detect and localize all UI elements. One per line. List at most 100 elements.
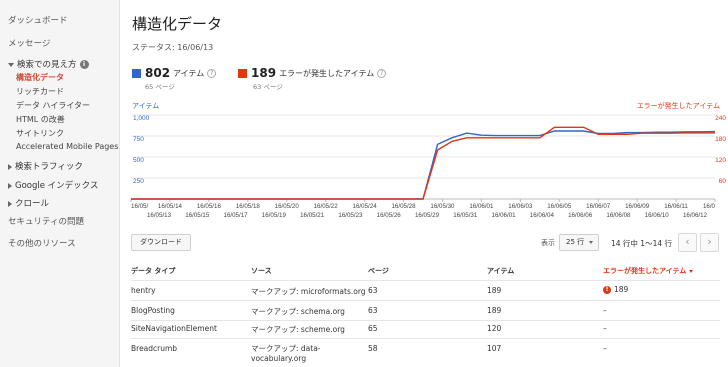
cell-data-type[interactable]: hentry	[131, 286, 156, 295]
x-tick-label: 16/0	[703, 203, 716, 210]
sidebar-item-google-index[interactable]: Google インデックス	[8, 179, 98, 191]
col-header-data-type[interactable]: データ タイプ	[131, 266, 175, 276]
status-date: ステータス: 16/06/13	[132, 43, 214, 52]
left-axis-label: アイテム	[132, 102, 160, 110]
sidebar-item-label: クロール	[15, 199, 50, 209]
cell-pages: 58	[368, 344, 378, 353]
errors-count: 189	[251, 66, 277, 80]
cell-source: マークアップ: data-vocabulary.org	[251, 344, 321, 363]
sidebar-item-label: 検索トラフィック	[15, 162, 83, 172]
x-tick-label: 16/06/12	[683, 212, 708, 219]
left-tick-label: 1,000	[133, 115, 150, 122]
sidebar-item-other-resources[interactable]: その他のリソース	[8, 237, 76, 249]
x-tick-label: 16/06/05	[547, 203, 572, 210]
help-icon[interactable]: ?	[377, 68, 387, 78]
sidebar-item-html-improvements[interactable]: HTML の改善	[16, 114, 65, 125]
sidebar-item-data-highlighter[interactable]: データ ハイライター	[16, 100, 90, 111]
x-tick-label: 16/05/24	[353, 203, 378, 210]
sidebar-item-amp[interactable]: Accelerated Mobile Pages	[16, 142, 118, 151]
table-divider	[131, 280, 720, 281]
left-tick-label: 500	[133, 157, 144, 164]
left-tick-label: 750	[133, 136, 144, 143]
cell-items: 120	[487, 324, 502, 333]
right-axis-label: エラーが発生したアイテム	[636, 102, 720, 110]
sidebar-item-rich-cards[interactable]: リッチカード	[16, 86, 64, 97]
x-tick-label: 16/05/26	[377, 212, 402, 219]
left-tick-label: 250	[133, 178, 144, 185]
x-tick-label: 16/05/20	[275, 203, 300, 210]
right-tick-label: 180	[715, 136, 726, 143]
collapsed-triangle-icon	[8, 182, 12, 189]
cell-source: マークアップ: microformats.org	[251, 287, 366, 296]
errors-pages: 63 ページ	[253, 83, 283, 91]
x-tick-label: 16/05/18	[236, 203, 261, 210]
cell-source: マークアップ: schema.org	[251, 307, 345, 316]
next-page-button[interactable]: ›	[700, 233, 719, 252]
cell-errors: –	[603, 344, 607, 353]
dropdown-caret-icon	[589, 241, 593, 244]
cell-errors: –	[603, 306, 607, 315]
x-tick-label: 16/05/31	[453, 212, 478, 219]
errors-series-line	[131, 126, 715, 200]
cell-items: 189	[487, 286, 502, 295]
show-label: 表示	[541, 239, 555, 247]
help-icon[interactable]: ?	[207, 68, 217, 78]
sidebar-item-label: Google インデックス	[15, 181, 99, 191]
col-header-pages[interactable]: ページ	[368, 266, 389, 276]
cell-data-type[interactable]: SiteNavigationElement	[131, 324, 217, 333]
cell-errors: ! 189	[603, 285, 628, 294]
items-count: 802	[145, 66, 171, 80]
col-header-errors[interactable]: エラーが発生したアイテム	[603, 266, 694, 276]
table-row-divider	[131, 300, 720, 301]
items-series-line	[131, 130, 716, 200]
col-header-source[interactable]: ソース	[251, 266, 272, 276]
x-tick-label: 16/06/03	[508, 203, 533, 210]
collapsed-triangle-icon	[8, 163, 12, 170]
items-stat[interactable]: 802 アイテム?	[132, 66, 217, 80]
cell-pages: 65	[368, 324, 378, 333]
x-tick-label: 16/05/28	[391, 203, 416, 210]
items-pages: 65 ページ	[145, 83, 175, 91]
x-tick-label: 16/05/29	[415, 212, 440, 219]
cell-data-type[interactable]: BlogPosting	[131, 306, 175, 315]
rows-per-page-value: 25 行	[566, 238, 585, 246]
cell-data-type[interactable]: Breadcrumb	[131, 344, 177, 353]
x-tick-label: 16/06/08	[606, 212, 631, 219]
x-tick-label: 16/05/22	[314, 203, 339, 210]
prev-page-button[interactable]: ‹	[678, 233, 697, 252]
sidebar-item-search-traffic[interactable]: 検索トラフィック	[8, 160, 83, 172]
sidebar-item-sitelinks[interactable]: サイトリンク	[16, 128, 64, 139]
x-tick-label: 16/05/19	[262, 212, 287, 219]
sidebar-item-security[interactable]: セキュリティの問題	[8, 215, 84, 227]
download-button[interactable]: ダウンロード	[131, 234, 191, 251]
rows-per-page-select[interactable]: 25 行	[559, 234, 599, 251]
page-title: 構造化データ	[132, 15, 223, 33]
line-chart[interactable]: 1,0007505002502401801206016/05/16/05/14 1…	[121, 111, 728, 223]
sidebar-item-structured-data[interactable]: 構造化データ	[16, 72, 64, 83]
sidebar-item-messages[interactable]: メッセージ	[8, 37, 50, 49]
table-row-divider	[131, 338, 720, 339]
cell-items: 189	[487, 306, 502, 315]
errors-stat[interactable]: 189 エラーが発生したアイテム?	[238, 66, 387, 80]
x-tick-label: 16/05/14	[158, 203, 183, 210]
cell-errors: –	[603, 324, 607, 333]
right-tick-label: 240	[715, 115, 726, 122]
right-tick-label: 120	[715, 157, 726, 164]
x-tick-label: 16/05/21	[300, 212, 325, 219]
info-icon[interactable]: i	[79, 60, 89, 69]
col-header-items[interactable]: アイテム	[487, 266, 514, 276]
sort-desc-icon	[689, 269, 694, 273]
errors-label: エラーが発生したアイテム	[279, 68, 375, 78]
sidebar-item-dashboard[interactable]: ダッシュボード	[8, 14, 68, 26]
items-color-swatch	[132, 68, 141, 78]
chevron-right-icon: ›	[707, 235, 712, 248]
sidebar: ダッシュボード メッセージ 検索での見え方 i 構造化データ リッチカード データ…	[0, 0, 120, 367]
x-tick-label: 16/05/16	[197, 203, 222, 210]
expanded-triangle-icon	[8, 62, 14, 67]
x-tick-label: 16/05/23	[338, 212, 363, 219]
x-tick-label: 16/06/01	[469, 203, 494, 210]
x-tick-label: 16/06/07	[586, 203, 611, 210]
sidebar-item-search-appearance[interactable]: 検索での見え方 i	[8, 58, 89, 70]
sidebar-item-crawl[interactable]: クロール	[8, 197, 49, 209]
pagination-range: 14 行中 1〜14 行	[611, 239, 673, 248]
